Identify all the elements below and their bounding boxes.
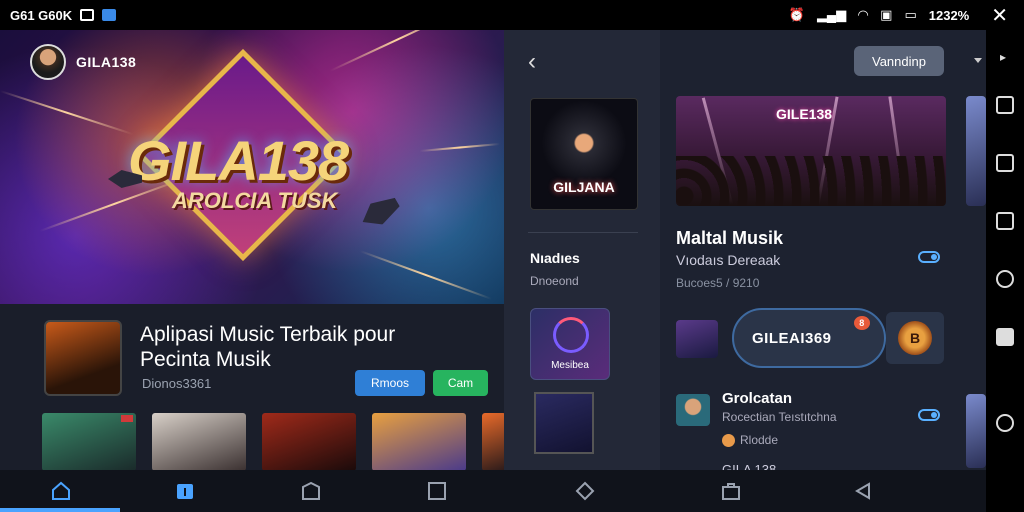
music-card[interactable] [262,413,356,471]
window-icon[interactable] [996,212,1014,230]
ring-icon [553,317,589,353]
square-icon[interactable] [426,480,448,502]
trending-button[interactable]: Vanndinp [854,46,944,76]
row2-avatar[interactable] [676,394,710,426]
crowd-image [676,156,946,206]
notification-badge: 8 [854,316,870,330]
card-row [42,413,506,471]
featured-title: Aplipasi Music Terbaik pour Pecinta Musi… [140,323,396,371]
coin-icon: B [898,321,932,355]
cut-text: GILA 138 [722,462,777,470]
play-pill-button[interactable]: GILEAI369 8 [732,308,886,368]
system-sidebar: ▸ [986,30,1024,512]
edge-thumbnail[interactable] [966,96,986,206]
secondary-button[interactable]: Cam [433,370,488,396]
banner-title: GILE138 [776,106,833,122]
logo-subtitle: AROLCIA TUSK [172,188,338,213]
logo-title: GILA138 [128,129,349,192]
row2-title: Grolcatan [722,390,793,407]
music-card[interactable] [372,413,466,471]
edge-thumbnail[interactable] [966,394,986,468]
side-column: ‹ GILJANA Nıadıes Dnoeond Mesibea [504,30,660,470]
featured-section: Aplipasi Music Terbaik pour Pecinta Musi… [0,304,506,471]
music-card[interactable] [152,413,246,471]
battery-icon: ▭ [904,7,917,22]
signal-icon: ▂▄▆ [816,7,847,22]
hero-banner[interactable]: GILA138 GILA138 AROLCIA TUSK [0,30,504,304]
divider [528,232,638,233]
concert-banner[interactable]: GILE138 [676,96,946,206]
bottom-nav [0,470,986,512]
side-title: Nıadıes [530,250,580,266]
side-tile[interactable]: Mesibea [530,308,610,380]
library-icon[interactable] [174,480,196,502]
toggle-switch[interactable] [918,251,940,263]
sim-icon: ▣ [880,7,893,22]
window-icon[interactable] [996,154,1014,172]
music-card[interactable] [42,413,136,471]
spaceship-icon [357,192,404,233]
side-subtitle: Dnoeond [530,274,579,288]
album-cover[interactable]: GILJANA [530,98,638,210]
rotate-icon[interactable] [996,270,1014,288]
app-window: GILA138 GILA138 AROLCIA TUSK Aplipasi Mu… [0,30,986,512]
section-title: Maltal Musik [676,228,784,248]
folder-icon[interactable] [300,480,322,502]
row2-note: Rlodde [740,433,779,447]
row-thumbnail[interactable] [676,320,718,358]
dot-icon [722,434,735,447]
hero-username: GILA138 [76,54,137,70]
coin-card[interactable]: B [886,312,944,364]
briefcase-icon[interactable] [720,480,742,502]
avatar[interactable] [30,44,66,80]
tag-icon[interactable] [574,480,596,502]
image-icon [102,9,117,21]
featured-subtitle: Dionos3361 [142,376,212,391]
side-tile-label: Mesibea [551,360,589,371]
side-thumbnail[interactable] [534,392,594,454]
back-icon[interactable]: ‹ [528,48,536,76]
status-left-text: G61 G60K [10,7,73,23]
nav-active-indicator [0,508,120,512]
album-label: GILJANA [553,179,615,195]
featured-thumbnail[interactable] [44,320,122,396]
music-card[interactable] [482,413,506,471]
battery-text: 1232% [928,7,970,23]
chevron-down-icon[interactable] [974,58,982,63]
right-panel: ‹ GILJANA Nıadıes Dnoeond Mesibea Vanndi… [504,30,986,470]
primary-button[interactable]: Rmoos [355,370,425,396]
wifi-icon: ◠ [858,7,869,22]
split-window-icon[interactable] [996,96,1014,114]
message-icon [80,9,95,21]
alarm-icon: ⏰ [788,7,805,22]
pill-label: GILEAI369 [752,329,832,347]
status-bar: G61 G60K ⏰ ▂▄▆ ◠ ▣ ▭ 1232% ✕ [0,0,1024,30]
home-icon[interactable] [50,480,72,502]
back-triangle-icon[interactable] [852,480,874,502]
section-meta: Bucoes5 / 9210 [676,276,760,290]
chevron-icon[interactable]: ▸ [1000,50,1006,64]
row2-subtitle: Rocectian Teıstıtchna [722,410,837,424]
toggle-switch[interactable] [918,409,940,421]
circle-icon[interactable] [996,414,1014,432]
section-subtitle: Vıodaıs Dereaak [676,252,781,268]
close-icon[interactable]: ✕ [991,3,1008,28]
fullscreen-icon[interactable] [996,328,1014,346]
